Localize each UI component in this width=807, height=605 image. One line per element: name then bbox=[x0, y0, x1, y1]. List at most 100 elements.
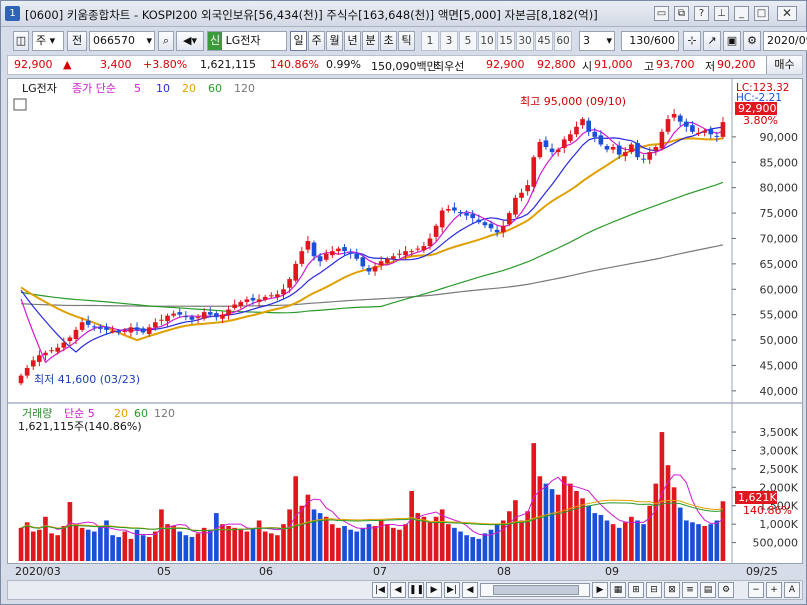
period-tab-2[interactable]: 월 bbox=[326, 31, 343, 51]
crosshair-icon[interactable]: ⊹ bbox=[683, 31, 701, 51]
scroll-first-icon[interactable]: |◀ bbox=[372, 582, 388, 598]
interval-button-5[interactable]: 5 bbox=[459, 31, 477, 51]
scroll-track[interactable] bbox=[480, 583, 590, 597]
chart-canvas[interactable]: 40,000 45,000 50,000 55,000 60,000 65,000 70,0… bbox=[8, 79, 802, 563]
candle-body bbox=[238, 301, 244, 307]
stock-code-value: 066570 bbox=[93, 34, 135, 47]
market-type-select[interactable]: 주 ▾ bbox=[32, 31, 64, 51]
period-tab-5[interactable]: 초 bbox=[380, 31, 397, 51]
scroll-bar[interactable]: |◀ ◀ ❚❚ ▶ ▶| ◀ ▶ ▦ ⊞ ⊟ ⊠ ≡ ▤ ⚙ − + A bbox=[7, 580, 803, 600]
interval-button-10[interactable]: 10 bbox=[478, 31, 496, 51]
scroll-forward-icon[interactable]: ▶ bbox=[592, 582, 608, 598]
zoom-in-icon[interactable]: + bbox=[766, 582, 782, 598]
fit-icon[interactable]: ⊞ bbox=[628, 582, 644, 598]
minimize-icon[interactable]: _ bbox=[734, 6, 749, 21]
period-tab-3[interactable]: 년 bbox=[344, 31, 361, 51]
candle-body bbox=[116, 330, 122, 333]
chart-mode-icon[interactable]: ⊟ bbox=[646, 582, 662, 598]
draw-tool-icon[interactable]: ↗ bbox=[703, 31, 721, 51]
candle-body bbox=[445, 209, 451, 211]
volume-summary: 1,621,115주(140.86%) bbox=[18, 420, 142, 433]
candle-body bbox=[311, 242, 317, 257]
interval-select[interactable]: 3 ▾ bbox=[579, 31, 615, 51]
volume-bar bbox=[24, 522, 30, 561]
save-icon[interactable]: ▣ bbox=[723, 31, 741, 51]
candle-body bbox=[690, 125, 695, 132]
period-tab-4[interactable]: 분 bbox=[362, 31, 379, 51]
candle-body bbox=[488, 223, 494, 229]
scroll-back-icon[interactable]: ◀ bbox=[462, 582, 478, 598]
candle-body bbox=[708, 129, 714, 135]
compare-icon[interactable]: ⊠ bbox=[664, 582, 680, 598]
help-icon[interactable]: ? bbox=[694, 6, 709, 21]
scroll-last-icon[interactable]: ▶| bbox=[444, 582, 460, 598]
date-field[interactable]: 2020/09 bbox=[763, 31, 807, 51]
restore-icon[interactable]: ▭ bbox=[654, 6, 669, 21]
volume-bar bbox=[342, 526, 347, 561]
grid-icon[interactable]: ▤ bbox=[700, 582, 716, 598]
candle-body bbox=[635, 142, 640, 158]
count-field[interactable]: 130/600 bbox=[621, 31, 679, 51]
candle-body bbox=[696, 132, 701, 134]
interval-button-30[interactable]: 30 bbox=[516, 31, 534, 51]
current-pct-tag: 3.80% bbox=[743, 114, 778, 127]
volume-bar bbox=[635, 520, 640, 561]
pause-icon[interactable]: ❚❚ bbox=[408, 582, 424, 598]
candle-body bbox=[336, 248, 341, 252]
volume-bar bbox=[592, 513, 598, 561]
stock-name-field[interactable]: 신 LG전자 bbox=[207, 31, 287, 51]
volume-bar bbox=[195, 533, 201, 561]
buy-button[interactable]: 매수 bbox=[766, 56, 802, 74]
price-tick-label: 55,000 bbox=[760, 309, 799, 322]
config-icon[interactable]: ⚙ bbox=[718, 582, 734, 598]
scroll-next-icon[interactable]: ▶ bbox=[426, 582, 442, 598]
volume-tick-label: 1,000K bbox=[759, 518, 798, 531]
candle-body bbox=[183, 316, 189, 318]
maximize-icon[interactable]: □ bbox=[754, 6, 769, 21]
volume-bar bbox=[268, 533, 274, 561]
settings-icon[interactable]: ⚙ bbox=[743, 31, 761, 51]
period-tab-0[interactable]: 일 bbox=[290, 31, 307, 51]
interval-button-3[interactable]: 3 bbox=[440, 31, 458, 51]
window-number-badge[interactable]: 1 bbox=[5, 6, 20, 21]
auto-scale-icon[interactable]: A bbox=[784, 582, 800, 598]
volume-bar bbox=[91, 531, 97, 561]
stock-code-input[interactable]: 066570 ▾ bbox=[89, 31, 155, 51]
chart-layout-icon[interactable]: ◫ bbox=[13, 31, 29, 51]
chart-panel[interactable]: 40,000 45,000 50,000 55,000 60,000 65,000 70,0… bbox=[7, 78, 803, 564]
high-annotation: 최고 95,000 (09/10) bbox=[520, 95, 626, 108]
interval-button-1[interactable]: 1 bbox=[421, 31, 439, 51]
interval-button-60[interactable]: 60 bbox=[554, 31, 572, 51]
resize-icon[interactable]: ⧉ bbox=[674, 6, 689, 21]
close-icon[interactable]: ✕ bbox=[777, 6, 797, 21]
scroll-prev-icon[interactable]: ◀ bbox=[390, 582, 406, 598]
volume-bar bbox=[183, 535, 189, 561]
candle-body bbox=[85, 320, 91, 325]
search-icon[interactable]: ⌕ bbox=[158, 31, 174, 51]
pin-icon[interactable]: ⊥ bbox=[714, 6, 729, 21]
period-tab-1[interactable]: 주 bbox=[308, 31, 325, 51]
prev-button[interactable]: 전 bbox=[67, 31, 87, 51]
legend-item: 10 bbox=[156, 82, 170, 95]
candle-body bbox=[195, 317, 201, 319]
list-icon[interactable]: ≡ bbox=[682, 582, 698, 598]
candle-body bbox=[641, 158, 646, 160]
candle-body bbox=[67, 337, 73, 342]
candle-body bbox=[128, 327, 134, 333]
period-tab-6[interactable]: 틱 bbox=[398, 31, 415, 51]
candle-body bbox=[110, 330, 115, 332]
interval-button-45[interactable]: 45 bbox=[535, 31, 553, 51]
volume-bar bbox=[49, 533, 54, 561]
volume-bar bbox=[433, 516, 439, 561]
date-axis-label: 07 bbox=[373, 565, 387, 578]
candle-body bbox=[122, 330, 128, 332]
zoom-out-icon[interactable]: − bbox=[748, 582, 764, 598]
sound-icon[interactable]: ◀▾ bbox=[176, 31, 204, 51]
scroll-thumb[interactable] bbox=[493, 585, 579, 595]
price-tick-label: 70,000 bbox=[760, 232, 799, 245]
candle-body bbox=[427, 238, 433, 247]
view-toggle-icon[interactable]: ▦ bbox=[610, 582, 626, 598]
volume-bar bbox=[275, 535, 280, 561]
date-axis-label: 05 bbox=[157, 565, 171, 578]
interval-button-15[interactable]: 15 bbox=[497, 31, 515, 51]
